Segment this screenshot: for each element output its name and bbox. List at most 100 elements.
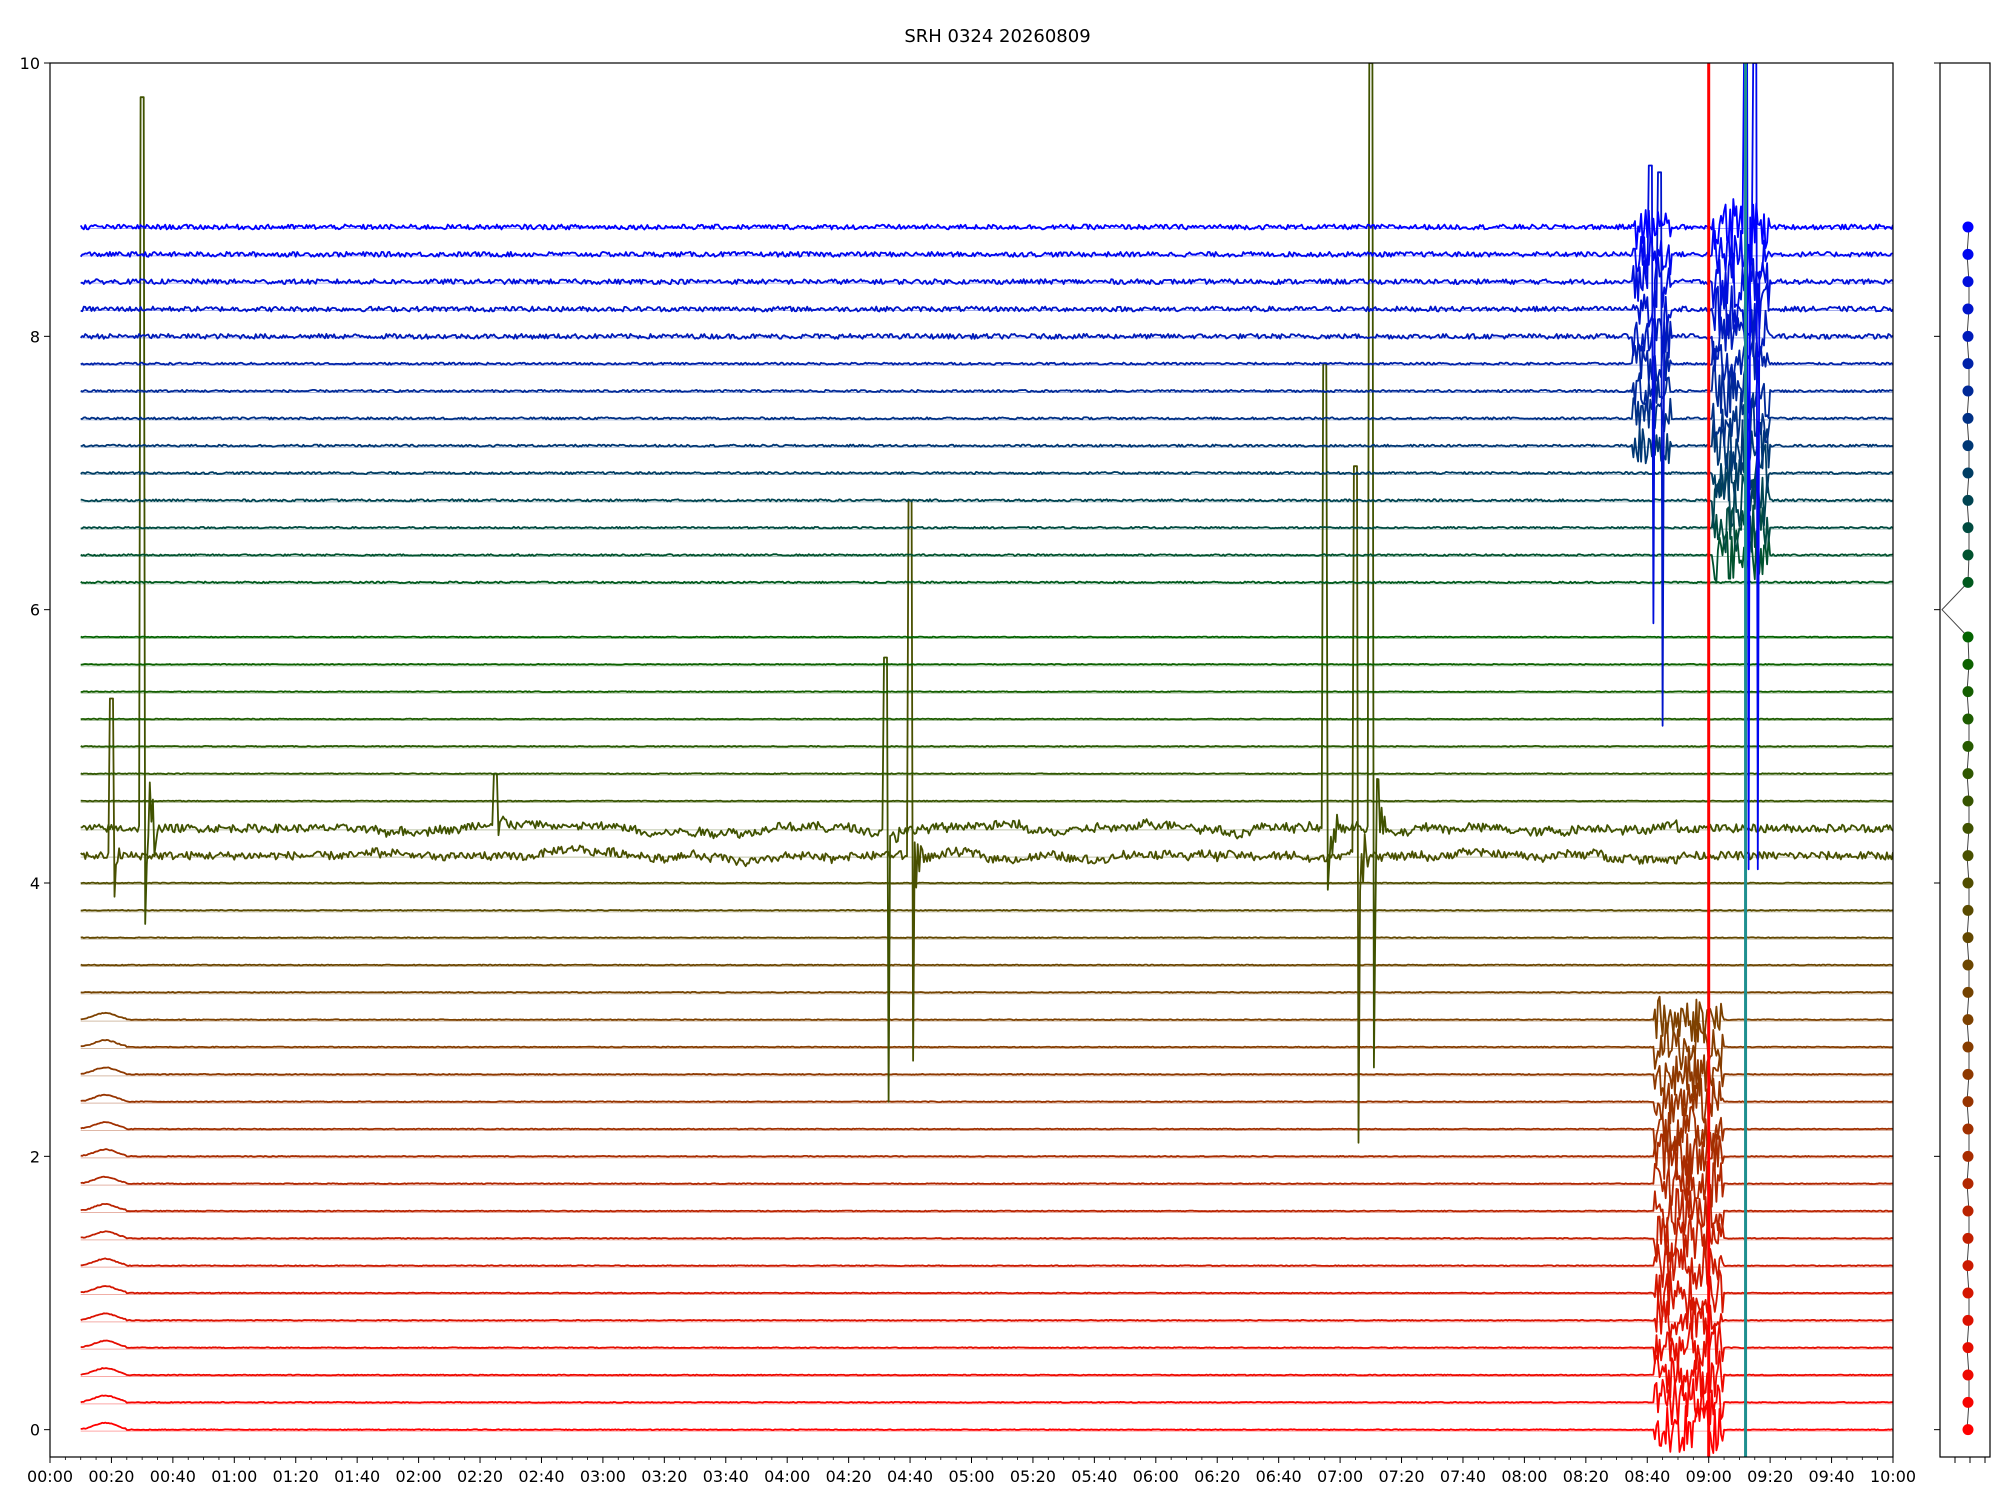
series-line-14 xyxy=(80,1022,1893,1071)
side-panel-dot xyxy=(1962,276,1974,288)
series-line-30 xyxy=(80,580,1893,585)
side-panel-dot xyxy=(1962,385,1974,397)
series-line-21 xyxy=(80,465,1893,1144)
x-tick-label-28: 09:20 xyxy=(1747,1467,1793,1486)
side-panel-dot xyxy=(1962,795,1974,807)
side-panel-dot xyxy=(1962,1314,1974,1326)
x-tick-label-15: 05:00 xyxy=(948,1467,994,1486)
side-panel-dot xyxy=(1962,686,1974,698)
side-panel-dot xyxy=(1962,1287,1974,1299)
side-panel-dot xyxy=(1962,822,1974,834)
series-line-25 xyxy=(80,745,1893,748)
x-tick-label-9: 03:00 xyxy=(580,1467,626,1486)
side-panel-dot xyxy=(1962,303,1974,315)
side-panel-dot xyxy=(1962,330,1974,342)
series-line-35 xyxy=(80,417,1893,472)
x-tick-label-21: 07:00 xyxy=(1317,1467,1363,1486)
side-panel-dot xyxy=(1962,467,1974,479)
side-panel-dot xyxy=(1962,1369,1974,1381)
series-line-33 xyxy=(80,471,1893,529)
x-tick-label-1: 00:20 xyxy=(88,1467,134,1486)
x-tick-label-18: 06:00 xyxy=(1133,1467,1179,1486)
x-tick-label-8: 02:40 xyxy=(518,1467,564,1486)
series-line-18 xyxy=(80,936,1893,939)
series-line-1 xyxy=(80,1378,1893,1426)
series-line-16 xyxy=(80,991,1893,994)
side-panel-dot xyxy=(1962,877,1974,889)
series-line-8 xyxy=(80,1187,1893,1236)
side-panel-dot xyxy=(1962,1342,1974,1354)
series-line-40 xyxy=(80,171,1893,727)
x-tick-label-13: 04:20 xyxy=(826,1467,872,1486)
series-line-27 xyxy=(80,690,1893,693)
x-tick-label-24: 08:00 xyxy=(1501,1467,1547,1486)
side-panel-dot xyxy=(1962,549,1974,561)
side-panel-dot xyxy=(1962,1150,1974,1162)
series-line-26 xyxy=(80,717,1893,721)
side-panel-dot xyxy=(1962,1424,1974,1436)
side-panel-dot xyxy=(1962,1041,1974,1053)
side-panel-dot xyxy=(1962,1178,1974,1190)
x-tick-label-17: 05:40 xyxy=(1071,1467,1117,1486)
side-panel-dot xyxy=(1962,631,1974,643)
side-panel-dot xyxy=(1962,768,1974,780)
side-panel-dot xyxy=(1962,1232,1974,1244)
series-line-5 xyxy=(80,1269,1893,1318)
y-tick-label-4: 8 xyxy=(30,327,40,346)
side-panel-dot xyxy=(1962,904,1974,916)
x-tick-label-5: 01:40 xyxy=(334,1467,380,1486)
side-panel-dot xyxy=(1962,440,1974,452)
y-tick-label-0: 0 xyxy=(30,1421,40,1440)
x-tick-label-11: 03:40 xyxy=(703,1467,749,1486)
series-line-6 xyxy=(80,1242,1893,1290)
x-tick-label-20: 06:40 xyxy=(1256,1467,1302,1486)
side-panel-dot xyxy=(1962,932,1974,944)
series-line-9 xyxy=(80,1160,1893,1208)
side-panel-dot xyxy=(1962,1205,1974,1217)
side-panel-dot xyxy=(1962,1068,1974,1080)
x-tick-label-12: 04:00 xyxy=(764,1467,810,1486)
side-panel-dot xyxy=(1962,522,1974,534)
series-line-19 xyxy=(80,909,1893,912)
series-line-43 xyxy=(79,63,1893,871)
side-panel-dot xyxy=(1962,1396,1974,1408)
series-line-28 xyxy=(80,663,1893,666)
side-panel-dot xyxy=(1962,1260,1974,1272)
y-tick-label-1: 2 xyxy=(30,1147,40,1166)
series-line-17 xyxy=(80,963,1893,967)
x-tick-label-25: 08:20 xyxy=(1563,1467,1609,1486)
y-tick-label-5: 10 xyxy=(20,54,40,73)
series-line-13 xyxy=(80,1050,1893,1099)
x-tick-label-29: 09:40 xyxy=(1809,1467,1855,1486)
series-line-12 xyxy=(80,1077,1893,1125)
x-tick-label-30: 10:00 xyxy=(1870,1467,1916,1486)
x-tick-label-7: 02:20 xyxy=(457,1467,503,1486)
series-line-42 xyxy=(79,63,1893,871)
x-tick-label-14: 04:40 xyxy=(887,1467,933,1486)
series-line-32 xyxy=(80,501,1893,554)
series-line-4 xyxy=(80,1296,1893,1342)
y-tick-label-3: 6 xyxy=(30,601,40,620)
series-line-3 xyxy=(80,1322,1893,1373)
x-tick-label-2: 00:40 xyxy=(150,1467,196,1486)
side-panel-dot xyxy=(1962,576,1974,588)
side-panel-dot xyxy=(1962,1096,1974,1108)
side-panel-dot xyxy=(1962,850,1974,862)
chart-figure: SRH 0324 20260809 0 2 4 6 8 10 00:00 00:20 00:40… xyxy=(0,0,2000,1500)
plot-frame xyxy=(49,62,1894,1458)
side-panel-dot xyxy=(1962,248,1974,260)
x-tick-label-4: 01:20 xyxy=(273,1467,319,1486)
series-line-2 xyxy=(80,1350,1893,1399)
y-tick-label-2: 4 xyxy=(30,874,40,893)
x-tick-label-26: 08:40 xyxy=(1624,1467,1670,1486)
side-panel-dot xyxy=(1962,1014,1974,1026)
side-panel-dot xyxy=(1962,1123,1974,1135)
x-tick-label-23: 07:40 xyxy=(1440,1467,1486,1486)
series-line-0 xyxy=(80,1405,1893,1454)
series-line-23 xyxy=(80,799,1893,803)
x-tick-label-16: 05:20 xyxy=(1010,1467,1056,1486)
series-line-34 xyxy=(80,443,1893,502)
side-panel-dot xyxy=(1962,412,1974,424)
x-tick-label-22: 07:20 xyxy=(1378,1467,1424,1486)
series-line-11 xyxy=(80,1105,1893,1154)
